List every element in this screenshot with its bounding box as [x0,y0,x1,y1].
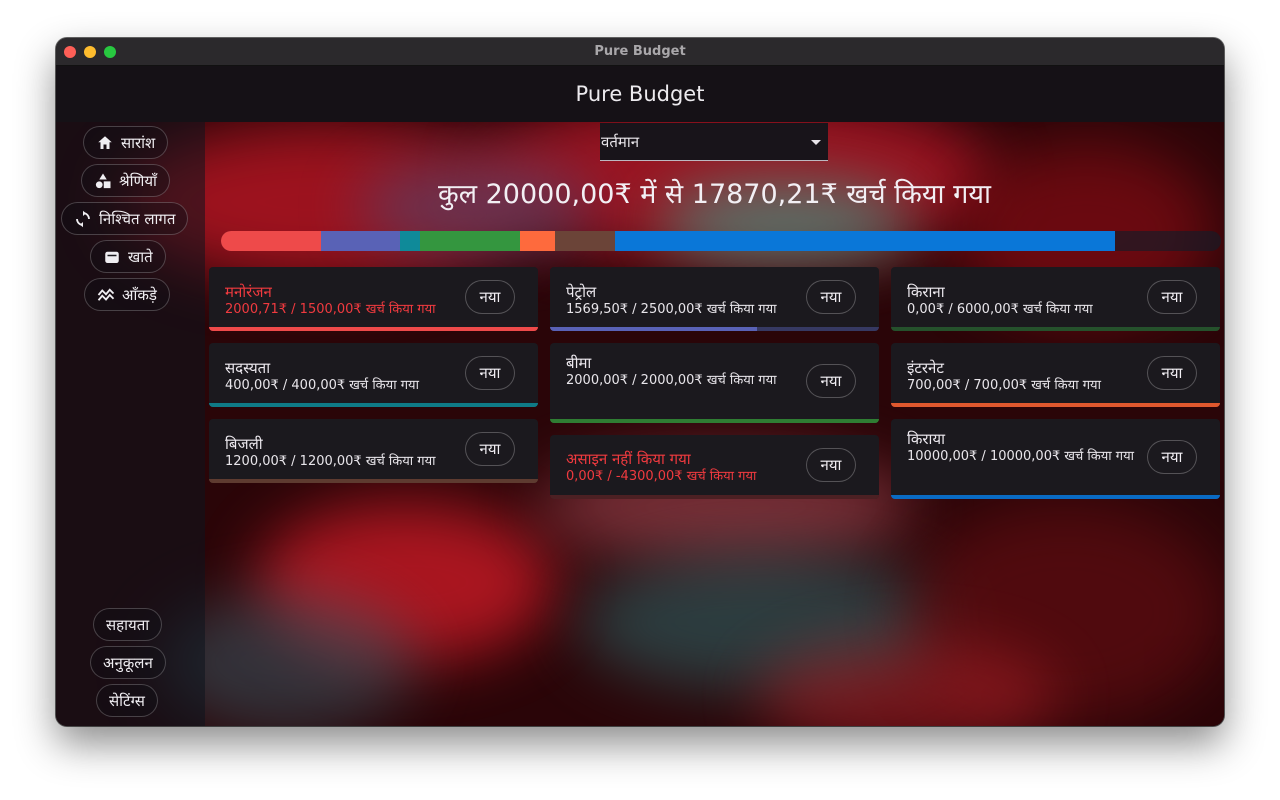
new-entry-button[interactable]: नया [806,448,856,482]
category-name: किराया [907,430,946,448]
recurring-icon [76,210,90,227]
nav-accounts[interactable]: खाते [90,240,166,273]
new-entry-button[interactable]: नया [806,280,856,314]
category-spent: 1569,50₹ / 2500,00₹ खर्च किया गया [566,302,777,317]
category-name: पेट्रोल [566,283,597,301]
spending-summary: कुल 20000,00₹ में से 17870,21₹ खर्च किया… [437,179,991,210]
category-progress-fill [891,403,1220,407]
nav-categories-label: श्रेणियाँ [119,171,157,190]
category-progress-track [550,419,879,423]
budget-segment [221,231,322,251]
category-progress-fill [891,495,1220,499]
nav-categories[interactable]: श्रेणियाँ [81,164,170,197]
budget-segment [419,231,520,251]
home-icon [98,135,112,149]
budget-segment [554,231,615,251]
category-name: सदस्यता [225,359,271,377]
category-spent: 0,00₹ / 6000,00₹ खर्च किया गया [907,302,1093,317]
category-card[interactable]: असाइन नहीं किया गया 0,00₹ / -4300,00₹ खर्… [550,435,879,499]
category-progress-track [209,403,538,407]
budget-progress-bar [221,231,1221,251]
nav-statistics-label: आँकड़े [122,285,157,304]
nav-settings[interactable]: सेटिंग्स [96,684,158,717]
app-bar: Pure Budget [56,66,1224,122]
nav-customize[interactable]: अनुकूलन [90,646,166,679]
chevron-down-icon [811,140,821,145]
category-progress-fill [209,479,538,483]
category-spent: 2000,00₹ / 2000,00₹ खर्च किया गया [566,373,777,388]
category-name: असाइन नहीं किया गया [566,450,691,468]
close-window-button[interactable] [64,46,76,58]
nav-summary[interactable]: सारांश [83,126,169,159]
title-bar: Pure Budget [56,38,1224,66]
category-progress-track [891,495,1220,499]
nav-settings-label: सेटिंग्स [109,691,145,710]
minimize-window-button[interactable] [84,46,96,58]
nav-help-label: सहायता [106,615,150,634]
window-title: Pure Budget [594,44,686,59]
category-card[interactable]: सदस्यता 400,00₹ / 400,00₹ खर्च किया गया नय… [209,343,538,407]
nav-fixed-costs-label: निश्चित लागत [99,209,176,228]
app-window: Pure Budget Pure Budget सारांश श्रेणियाँ… [56,38,1224,726]
new-entry-button[interactable]: नया [1147,440,1197,474]
new-entry-button[interactable]: नया [1147,280,1197,314]
category-spent: 1200,00₹ / 1200,00₹ खर्च किया गया [225,454,436,469]
category-progress-track [209,479,538,483]
category-progress-track [550,327,879,331]
nav-help[interactable]: सहायता [93,608,163,641]
sidebar: सारांश श्रेणियाँ निश्चित लागत खाते आँकड़… [56,122,205,726]
new-entry-button[interactable]: नया [465,432,515,466]
new-entry-button[interactable]: नया [465,356,515,390]
window-controls [64,46,116,58]
category-card[interactable]: बीमा 2000,00₹ / 2000,00₹ खर्च किया गया नया [550,343,879,423]
budget-segment [399,231,420,251]
budget-segment [321,231,400,251]
category-card[interactable]: इंटरनेट 700,00₹ / 700,00₹ खर्च किया गया नय… [891,343,1220,407]
new-entry-button[interactable]: नया [465,280,515,314]
nav-fixed-costs[interactable]: निश्चित लागत [61,202,189,235]
category-card[interactable]: बिजली 1200,00₹ / 1200,00₹ खर्च किया गया नय… [209,419,538,483]
category-spent: 0,00₹ / -4300,00₹ खर्च किया गया [566,469,757,484]
category-spent: 2000,71₹ / 1500,00₹ खर्च किया गया [225,302,436,317]
category-progress-track [891,403,1220,407]
nav-summary-label: सारांश [121,133,156,152]
category-progress-fill [550,419,879,423]
nav-accounts-label: खाते [128,247,153,266]
category-progress-fill [209,327,538,331]
category-spent: 400,00₹ / 400,00₹ खर्च किया गया [225,378,419,393]
maximize-window-button[interactable] [104,46,116,58]
app-title: Pure Budget [575,82,705,106]
nav-customize-label: अनुकूलन [103,653,153,672]
category-card[interactable]: किराया 10000,00₹ / 10000,00₹ खर्च किया गय… [891,419,1220,499]
category-name: बिजली [225,435,263,453]
stats-icon [97,287,115,301]
category-progress-track [209,327,538,331]
new-entry-button[interactable]: नया [1147,356,1197,390]
category-name: किराना [907,283,945,301]
category-card[interactable]: पेट्रोल 1569,50₹ / 2500,00₹ खर्च किया गया… [550,267,879,331]
period-select-value: वर्तमान [601,132,640,151]
budget-segment [614,231,1115,251]
category-progress-track [891,327,1220,331]
category-card[interactable]: किराना 0,00₹ / 6000,00₹ खर्च किया गया नया [891,267,1220,331]
category-progress-fill [550,327,757,331]
category-spent: 10000,00₹ / 10000,00₹ खर्च किया गया [907,449,1135,464]
nav-statistics[interactable]: आँकड़े [84,278,170,311]
category-progress-fill [209,403,538,407]
category-spent: 700,00₹ / 700,00₹ खर्च किया गया [907,378,1101,393]
period-select[interactable]: वर्तमान [600,123,828,161]
categories-icon [95,173,111,188]
budget-segment [519,231,555,251]
category-name: मनोरंजन [225,283,272,301]
category-card[interactable]: मनोरंजन 2000,71₹ / 1500,00₹ खर्च किया गया… [209,267,538,331]
category-name: इंटरनेट [907,359,944,377]
category-progress-track [550,495,879,499]
wallet-icon [105,251,119,263]
new-entry-button[interactable]: नया [806,364,856,398]
category-name: बीमा [566,354,592,372]
